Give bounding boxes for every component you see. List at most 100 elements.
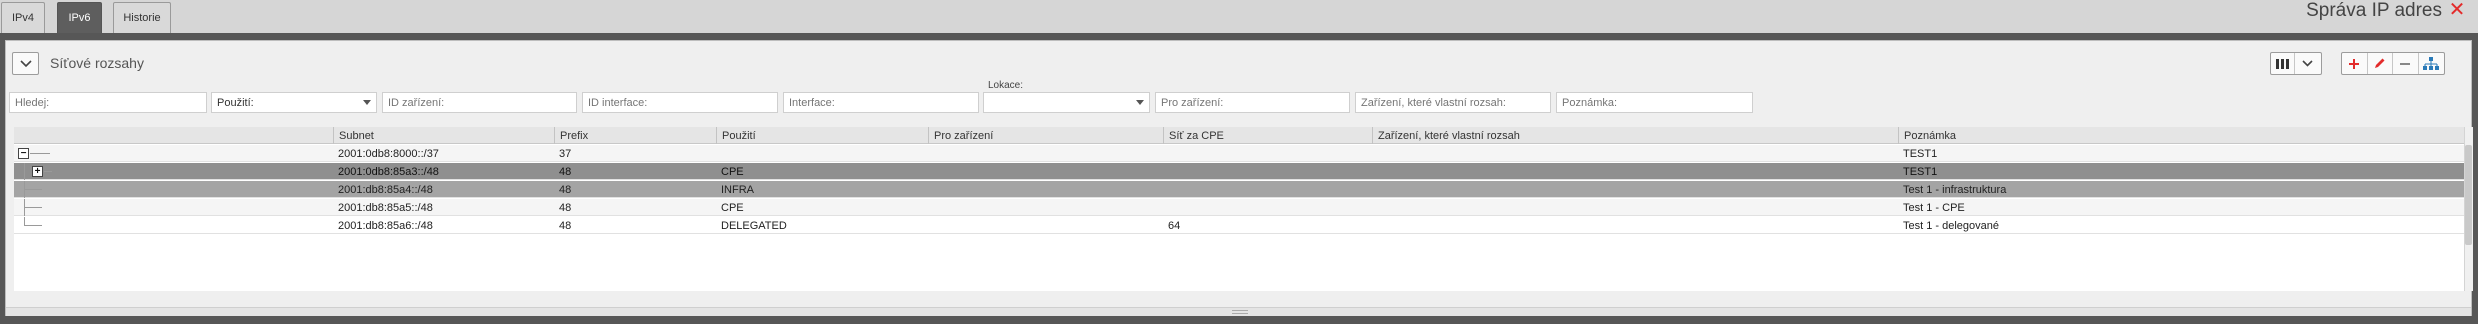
column-header-for-device[interactable]: Pro zařízení bbox=[928, 127, 1163, 144]
view-toolbar bbox=[2270, 52, 2322, 75]
cell-usage: CPE bbox=[721, 165, 744, 178]
collapse-node-icon[interactable]: − bbox=[18, 148, 29, 159]
table-row[interactable]: − 2001:0db8:8000::/37 37 TEST1 bbox=[14, 145, 2464, 162]
plus-icon bbox=[2349, 58, 2360, 69]
device-id-filter[interactable] bbox=[382, 92, 577, 113]
cell-owner-device bbox=[1372, 217, 1377, 234]
for-device-filter[interactable] bbox=[1155, 92, 1350, 113]
cell-subnet: 2001:db8:85a4::/48 bbox=[338, 183, 433, 196]
network-ranges-panel: Síťové rozsahy Použití: Lokace: Su bbox=[5, 40, 2473, 316]
interface-id-input[interactable] bbox=[588, 96, 772, 109]
cell-owner-device bbox=[1372, 199, 1377, 216]
edit-toolbar bbox=[2341, 52, 2445, 75]
cell-prefix: 37 bbox=[559, 147, 572, 160]
interface-filter[interactable] bbox=[783, 92, 979, 113]
owner-device-input[interactable] bbox=[1361, 96, 1545, 109]
column-header-usage[interactable]: Použití bbox=[716, 127, 928, 144]
cell-for-device bbox=[928, 181, 933, 198]
panel-title: Síťové rozsahy bbox=[50, 55, 144, 71]
close-icon[interactable]: ✕ bbox=[2448, 0, 2466, 20]
collapse-button[interactable] bbox=[12, 52, 39, 75]
app-title: Správa IP adres bbox=[2306, 0, 2442, 21]
for-device-input[interactable] bbox=[1161, 96, 1344, 109]
edit-button[interactable] bbox=[2368, 53, 2393, 74]
grid-header: Subnet Prefix Použití Pro zařízení Síť z… bbox=[14, 127, 2473, 144]
tab-label: IPv6 bbox=[68, 12, 91, 24]
interface-id-filter[interactable] bbox=[582, 92, 778, 113]
column-label: Použití bbox=[722, 129, 756, 142]
cell-subnet: 2001:0db8:85a3::/48 bbox=[338, 165, 439, 178]
cell-note: Test 1 - delegované bbox=[1903, 219, 2000, 232]
expand-node-icon[interactable]: + bbox=[32, 166, 43, 177]
cell-usage: INFRA bbox=[721, 183, 754, 196]
remove-button[interactable] bbox=[2393, 53, 2419, 74]
ranges-grid: Subnet Prefix Použití Pro zařízení Síť z… bbox=[14, 127, 2473, 291]
device-id-input[interactable] bbox=[388, 96, 571, 109]
chevron-down-icon bbox=[363, 100, 371, 105]
hierarchy-icon bbox=[2423, 57, 2440, 70]
cell-owner-device bbox=[1372, 181, 1377, 198]
cell-note: Test 1 - CPE bbox=[1903, 201, 1965, 214]
cell-subnet: 2001:0db8:8000::/37 bbox=[338, 147, 439, 160]
search-filter[interactable] bbox=[9, 92, 207, 113]
note-input[interactable] bbox=[1562, 96, 1747, 109]
tree-connector bbox=[24, 207, 42, 208]
cell-cpe-net bbox=[1163, 181, 1168, 198]
pencil-icon bbox=[2375, 58, 2385, 68]
tab-label: Historie bbox=[123, 12, 161, 24]
top-tab-bar: IPv4 IPv6 Historie Správa IP adres ✕ bbox=[0, 0, 2478, 34]
column-header-note[interactable]: Poznámka bbox=[1898, 127, 2464, 144]
usage-select[interactable]: Použití: bbox=[217, 97, 254, 109]
column-label: Zařízení, které vlastní rozsah bbox=[1378, 129, 1520, 142]
cell-prefix: 48 bbox=[559, 201, 572, 214]
tab-historie[interactable]: Historie bbox=[113, 2, 171, 33]
add-button[interactable] bbox=[2342, 53, 2368, 74]
tab-ipv6[interactable]: IPv6 bbox=[57, 2, 102, 33]
cell-cpe-net: 64 bbox=[1168, 219, 1181, 232]
cell-for-device bbox=[928, 199, 933, 216]
column-header-subnet[interactable]: Subnet bbox=[333, 127, 554, 144]
vertical-scrollbar[interactable] bbox=[2464, 127, 2473, 291]
column-header-cpe-net[interactable]: Síť za CPE bbox=[1163, 127, 1372, 144]
cell-subnet: 2001:db8:85a6::/48 bbox=[338, 219, 433, 232]
table-row[interactable]: + 2001:0db8:85a3::/48 48 CPE TEST1 bbox=[14, 163, 2464, 180]
tree-connector bbox=[30, 153, 50, 154]
search-input[interactable] bbox=[15, 96, 201, 109]
column-label: Poznámka bbox=[1904, 129, 1956, 142]
tree-view-button[interactable] bbox=[2419, 53, 2444, 74]
interface-input[interactable] bbox=[789, 96, 973, 109]
cell-cpe-net bbox=[1163, 163, 1168, 180]
cell-usage bbox=[716, 145, 721, 162]
chevron-down-icon bbox=[19, 59, 32, 67]
cell-owner-device bbox=[1372, 145, 1377, 162]
column-label: Prefix bbox=[560, 129, 589, 142]
chevron-down-icon bbox=[1136, 100, 1144, 105]
usage-filter[interactable]: Použití: bbox=[211, 92, 377, 113]
cell-usage: CPE bbox=[721, 201, 744, 214]
location-filter[interactable] bbox=[983, 92, 1150, 113]
cell-cpe-net bbox=[1163, 199, 1168, 216]
table-row[interactable]: 2001:db8:85a4::/48 48 INFRA Test 1 - inf… bbox=[14, 181, 2464, 198]
column-label: Síť za CPE bbox=[1169, 129, 1224, 142]
scrollbar-thumb[interactable] bbox=[2465, 145, 2472, 245]
resize-splitter[interactable] bbox=[6, 307, 2471, 316]
cell-for-device bbox=[928, 163, 933, 180]
cell-prefix: 48 bbox=[559, 183, 572, 196]
cell-note: TEST1 bbox=[1903, 165, 1938, 178]
cell-note: Test 1 - infrastruktura bbox=[1903, 183, 2007, 196]
columns-dropdown-button[interactable] bbox=[2295, 53, 2319, 74]
table-row[interactable]: 2001:db8:85a5::/48 48 CPE Test 1 - CPE bbox=[14, 199, 2464, 216]
tree-connector bbox=[44, 171, 52, 172]
table-row[interactable]: 2001:db8:85a6::/48 48 DELEGATED 64 Test … bbox=[14, 217, 2464, 234]
tree-connector bbox=[24, 225, 42, 226]
columns-button[interactable] bbox=[2271, 53, 2295, 74]
column-header-prefix[interactable]: Prefix bbox=[554, 127, 716, 144]
tree-connector bbox=[24, 163, 25, 180]
column-label: Pro zařízení bbox=[934, 129, 994, 142]
location-label: Lokace: bbox=[988, 80, 1024, 91]
tab-ipv4[interactable]: IPv4 bbox=[1, 2, 45, 33]
cell-usage: DELEGATED bbox=[721, 219, 787, 232]
note-filter[interactable] bbox=[1556, 92, 1753, 113]
owner-device-filter[interactable] bbox=[1355, 92, 1551, 113]
column-header-owner-device[interactable]: Zařízení, které vlastní rozsah bbox=[1372, 127, 1898, 144]
